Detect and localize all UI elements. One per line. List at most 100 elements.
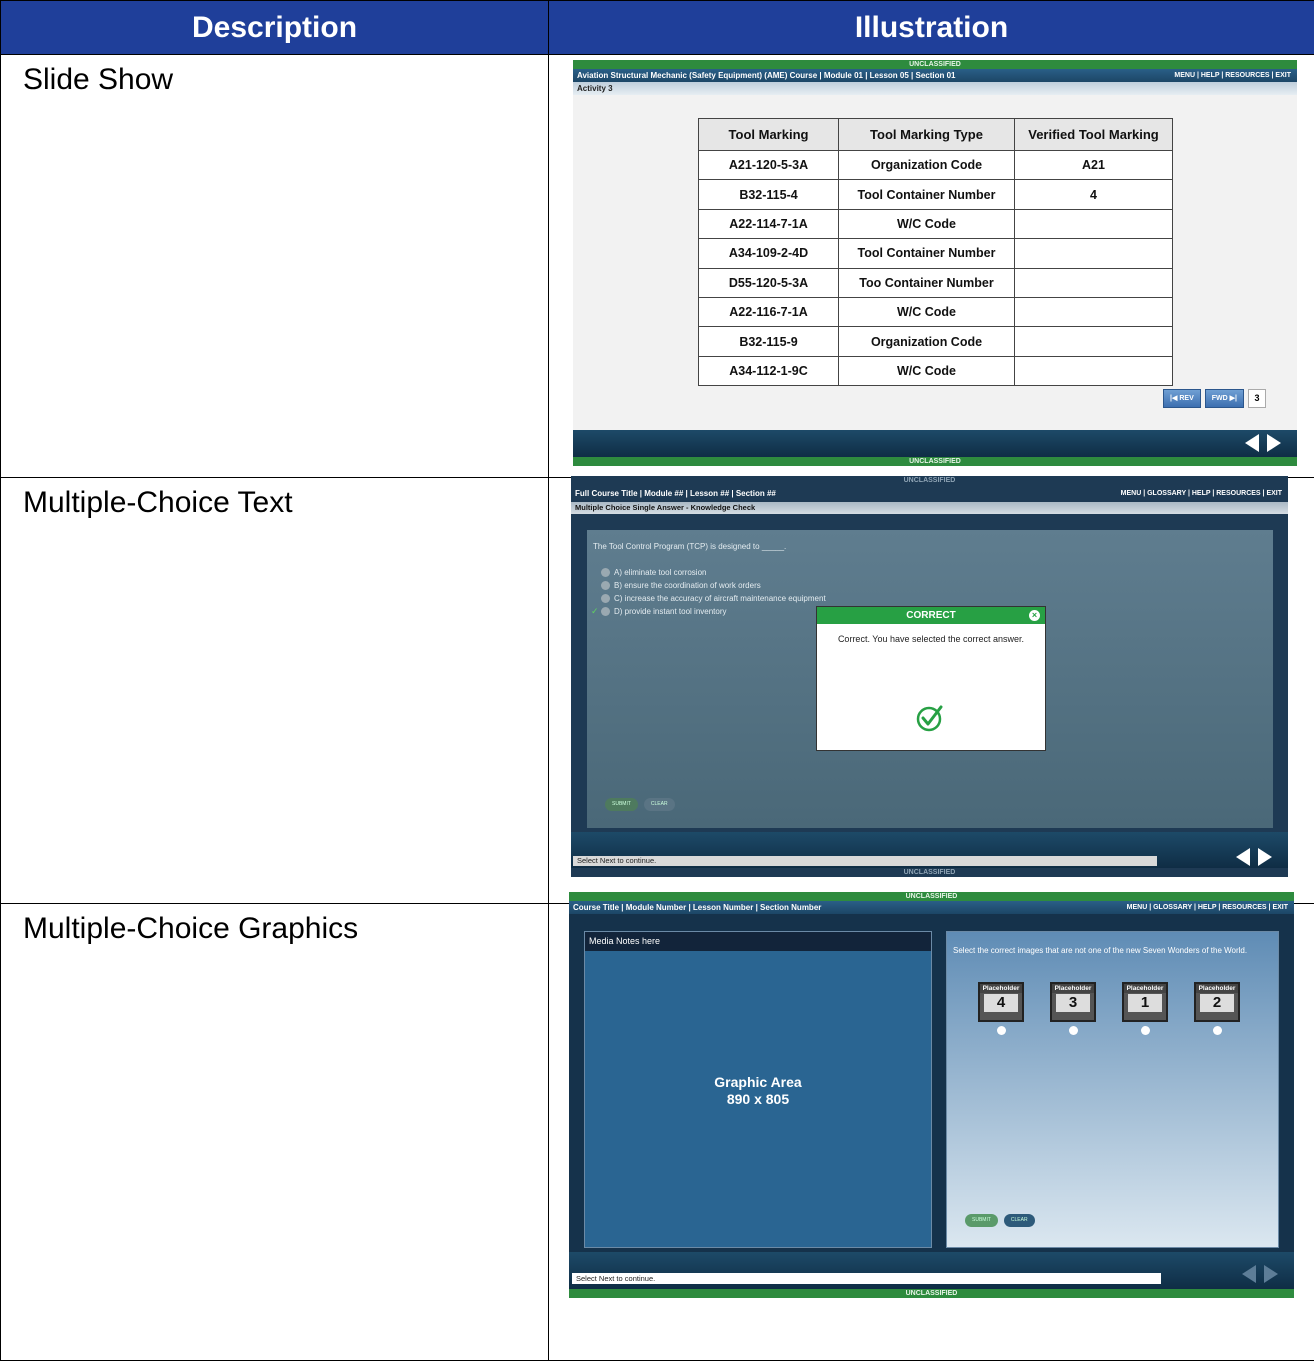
status-bar: Select Next to continue.: [573, 856, 1157, 866]
fwd-label: FWD: [1212, 395, 1228, 402]
answer-option[interactable]: C) increase the accuracy of aircraft mai…: [601, 594, 826, 603]
answer-option[interactable]: ✓D) provide instant tool inventory: [601, 607, 727, 616]
checkmark-icon: ✓: [591, 606, 599, 617]
placeholder-label: Placeholder: [1052, 984, 1094, 993]
placeholder-image[interactable]: Placeholder3: [1050, 982, 1096, 1022]
top-nav-menu[interactable]: MENU | GLOSSARY | HELP | RESOURCES | EXI…: [1127, 901, 1288, 914]
classification-banner-bottom: UNCLASSIFIED: [569, 1289, 1294, 1298]
classification-banner-top: UNCLASSIFIED: [571, 476, 1288, 485]
option-label: C) increase the accuracy of aircraft mai…: [614, 594, 826, 603]
table-cell: D55-120-5-3A: [699, 268, 839, 297]
top-nav-menu[interactable]: MENU | HELP | RESOURCES | EXIT: [1174, 69, 1291, 82]
table-row: B32-115-9Organization Code: [699, 327, 1173, 356]
page-number: 3: [1248, 389, 1266, 408]
radio-icon[interactable]: [1141, 1026, 1150, 1035]
radio-icon[interactable]: [1069, 1026, 1078, 1035]
row-description-slide-show: Slide Show: [1, 55, 549, 478]
placeholder-image[interactable]: Placeholder4: [978, 982, 1024, 1022]
table-cell[interactable]: [1015, 268, 1173, 297]
placeholder-image[interactable]: Placeholder2: [1194, 982, 1240, 1022]
answer-option[interactable]: B) ensure the coordination of work order…: [601, 581, 761, 590]
placeholder-label: Placeholder: [1196, 984, 1238, 993]
table-row: A34-109-2-4DTool Container Number: [699, 239, 1173, 268]
placeholder-label: Placeholder: [980, 984, 1022, 993]
next-arrow-icon[interactable]: [1267, 434, 1281, 452]
classification-banner-bottom: UNCLASSIFIED: [571, 868, 1288, 877]
clear-button[interactable]: CLEAR: [644, 798, 675, 811]
classification-banner-top: UNCLASSIFIED: [573, 60, 1297, 69]
media-panel: Media Notes here Graphic Area 890 x 805: [584, 931, 932, 1248]
media-notes: Media Notes here: [585, 932, 931, 951]
slide-show-screenshot: UNCLASSIFIED Aviation Structural Mechani…: [573, 60, 1297, 466]
dialog-title: CORRECT: [906, 610, 955, 621]
answer-option[interactable]: A) eliminate tool corrosion: [601, 568, 706, 577]
classification-banner-bottom: UNCLASSIFIED: [573, 457, 1297, 466]
next-arrow-icon[interactable]: [1258, 848, 1272, 866]
submit-button[interactable]: SUBMIT: [965, 1214, 998, 1227]
back-arrow-icon[interactable]: [1242, 1265, 1256, 1283]
radio-icon[interactable]: [601, 568, 610, 577]
mc-graphics-screenshot: UNCLASSIFIED Course Title | Module Numbe…: [569, 892, 1294, 1298]
close-icon[interactable]: ×: [1029, 610, 1040, 621]
header-description: Description: [1, 1, 549, 55]
course-title: Aviation Structural Mechanic (Safety Equ…: [577, 71, 956, 80]
table-cell[interactable]: [1015, 239, 1173, 268]
question-panel: Select the correct images that are not o…: [946, 931, 1279, 1248]
status-bar: Select Next to continue.: [572, 1273, 1161, 1284]
activity-title: Multiple Choice Single Answer - Knowledg…: [571, 502, 1288, 514]
skip-back-icon: |◀: [1170, 395, 1179, 402]
radio-icon[interactable]: [601, 607, 610, 616]
course-title-bar: Full Course Title | Module ## | Lesson #…: [571, 487, 1288, 500]
row-description-mc-graphics: Multiple-Choice Graphics: [1, 904, 549, 1361]
fwd-button[interactable]: FWD ▶|: [1205, 389, 1244, 408]
table-cell[interactable]: 4: [1015, 180, 1173, 209]
clear-button[interactable]: CLEAR: [1004, 1214, 1035, 1227]
graphic-area-label: Graphic Area 890 x 805: [585, 1074, 931, 1108]
dialog-header: CORRECT ×: [817, 607, 1045, 624]
table-cell[interactable]: [1015, 209, 1173, 238]
placeholder-number: 4: [984, 994, 1018, 1012]
table-cell[interactable]: [1015, 327, 1173, 356]
placeholder-image[interactable]: Placeholder1: [1122, 982, 1168, 1022]
rev-button[interactable]: |◀ REV: [1163, 389, 1201, 408]
table-cell: W/C Code: [839, 356, 1015, 385]
top-nav-menu[interactable]: MENU | GLOSSARY | HELP | RESOURCES | EXI…: [1121, 487, 1282, 500]
radio-icon[interactable]: [601, 581, 610, 590]
radio-icon[interactable]: [1213, 1026, 1222, 1035]
classification-banner-top: UNCLASSIFIED: [569, 892, 1294, 901]
placeholder-number: 2: [1200, 994, 1234, 1012]
table-cell: Tool Container Number: [839, 239, 1015, 268]
table-row: A21-120-5-3AOrganization CodeA21: [699, 151, 1173, 180]
placeholder-label: Placeholder: [1124, 984, 1166, 993]
table-cell[interactable]: [1015, 356, 1173, 385]
table-cell: Tool Container Number: [839, 180, 1015, 209]
course-title-bar: Aviation Structural Mechanic (Safety Equ…: [573, 69, 1297, 82]
back-arrow-icon[interactable]: [1236, 848, 1250, 866]
option-label: B) ensure the coordination of work order…: [614, 581, 761, 590]
table-cell[interactable]: A21: [1015, 151, 1173, 180]
radio-icon[interactable]: [601, 594, 610, 603]
table-cell: W/C Code: [839, 209, 1015, 238]
table-cell: A22-114-7-1A: [699, 209, 839, 238]
placeholder-number: 3: [1056, 994, 1090, 1012]
table-cell[interactable]: [1015, 297, 1173, 326]
submit-button[interactable]: SUBMIT: [605, 798, 638, 811]
table-row: A34-112-1-9CW/C Code: [699, 356, 1173, 385]
next-arrow-icon[interactable]: [1264, 1265, 1278, 1283]
activity-title: Activity 3: [573, 82, 1297, 95]
table-row: D55-120-5-3AToo Container Number: [699, 268, 1173, 297]
table-cell: A22-116-7-1A: [699, 297, 839, 326]
skip-forward-icon: ▶|: [1228, 395, 1237, 402]
table-row: B32-115-4Tool Container Number4: [699, 180, 1173, 209]
dialog-message: Correct. You have selected the correct a…: [817, 624, 1045, 644]
option-label: D) provide instant tool inventory: [614, 607, 727, 616]
back-arrow-icon[interactable]: [1245, 434, 1259, 452]
course-title: Full Course Title | Module ## | Lesson #…: [575, 489, 776, 498]
table-cell: A34-112-1-9C: [699, 356, 839, 385]
radio-icon[interactable]: [997, 1026, 1006, 1035]
table-cell: W/C Code: [839, 297, 1015, 326]
table-row: A22-114-7-1AW/C Code: [699, 209, 1173, 238]
table-cell: Organization Code: [839, 327, 1015, 356]
header-illustration: Illustration: [549, 1, 1314, 55]
check-circle-icon: [915, 703, 945, 733]
